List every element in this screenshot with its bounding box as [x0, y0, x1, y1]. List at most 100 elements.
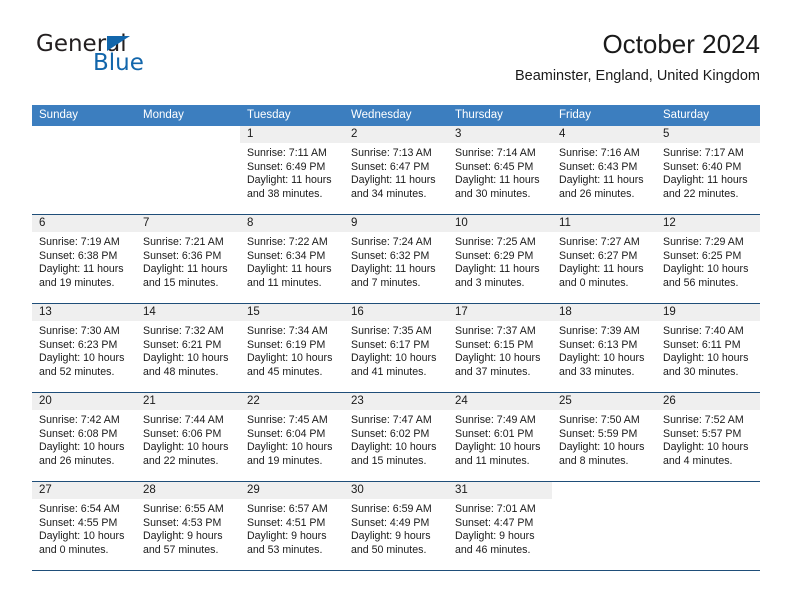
general-blue-logo[interactable]: General Blue	[36, 32, 266, 94]
daylight-text-line2: and 26 minutes.	[39, 454, 115, 467]
calendar-day-cell[interactable]: 16 Sunrise: 7:35 AM Sunset: 6:17 PM Dayligh…	[344, 304, 448, 392]
calendar-grid: Sunday Monday Tuesday Wednesday Thursday…	[32, 105, 760, 571]
sunrise-text: Sunrise: 7:16 AM	[559, 147, 640, 159]
sunset-text: Sunset: 6:34 PM	[247, 249, 326, 262]
calendar-day-cell[interactable]: 18 Sunrise: 7:39 AM Sunset: 6:13 PM Dayligh…	[552, 304, 656, 392]
sunset-text: Sunset: 4:55 PM	[39, 516, 118, 529]
day-sun-info	[552, 499, 656, 503]
calendar-day-cell[interactable]: 22 Sunrise: 7:45 AM Sunset: 6:04 PM Dayligh…	[240, 393, 344, 481]
daylight-text-line1: Daylight: 11 hours	[143, 263, 228, 276]
daylight-text-line1: Daylight: 10 hours	[39, 441, 125, 454]
calendar-day-cell[interactable]: 5 Sunrise: 7:17 AM Sunset: 6:40 PM Daylight…	[656, 126, 760, 214]
sunrise-text: Sunrise: 7:24 AM	[351, 236, 432, 248]
calendar-day-cell[interactable]: 19 Sunrise: 7:40 AM Sunset: 6:11 PM Dayligh…	[656, 304, 760, 392]
calendar-bottom-rule	[32, 570, 760, 571]
calendar-day-cell[interactable]: 28 Sunrise: 6:55 AM Sunset: 4:53 PM Dayligh…	[136, 482, 240, 570]
sunrise-text: Sunrise: 7:37 AM	[455, 325, 536, 337]
calendar-day-cell[interactable]: 21 Sunrise: 7:44 AM Sunset: 6:06 PM Dayligh…	[136, 393, 240, 481]
daylight-text-line1: Daylight: 11 hours	[455, 174, 540, 187]
daylight-text-line2: and 53 minutes.	[247, 543, 323, 556]
sunset-text: Sunset: 6:29 PM	[455, 249, 534, 262]
weekday-monday: Monday	[143, 109, 184, 121]
sunrise-text: Sunrise: 7:30 AM	[39, 325, 120, 337]
calendar-day-cell[interactable]: 23 Sunrise: 7:47 AM Sunset: 6:02 PM Dayligh…	[344, 393, 448, 481]
calendar-day-cell[interactable]: 20 Sunrise: 7:42 AM Sunset: 6:08 PM Dayligh…	[32, 393, 136, 481]
calendar-day-cell[interactable]: 1 Sunrise: 7:11 AM Sunset: 6:49 PM Daylight…	[240, 126, 344, 214]
weekday-saturday: Saturday	[663, 109, 710, 121]
day-sun-info: Sunrise: 7:29 AM Sunset: 6:25 PM Daylight:…	[656, 232, 760, 290]
daylight-text-line2: and 15 minutes.	[143, 276, 219, 289]
calendar-day-cell[interactable]: 27 Sunrise: 6:54 AM Sunset: 4:55 PM Dayligh…	[32, 482, 136, 570]
daylight-text-line2: and 11 minutes.	[455, 454, 530, 467]
sunrise-text: Sunrise: 7:44 AM	[143, 414, 224, 426]
calendar-day-cell[interactable]: 7 Sunrise: 7:21 AM Sunset: 6:36 PM Daylight…	[136, 215, 240, 303]
day-sun-info: Sunrise: 7:50 AM Sunset: 5:59 PM Daylight:…	[552, 410, 656, 468]
daylight-text-line1: Daylight: 9 hours	[351, 530, 431, 543]
weekday-sunday: Sunday	[39, 109, 79, 121]
daylight-text-line1: Daylight: 10 hours	[351, 352, 437, 365]
calendar-day-cell[interactable]: 24 Sunrise: 7:49 AM Sunset: 6:01 PM Dayligh…	[448, 393, 552, 481]
calendar-day-cell[interactable]: 2 Sunrise: 7:13 AM Sunset: 6:47 PM Daylight…	[344, 126, 448, 214]
calendar-day-cell[interactable]: 29 Sunrise: 6:57 AM Sunset: 4:51 PM Dayligh…	[240, 482, 344, 570]
day-number	[552, 482, 656, 499]
calendar-day-cell[interactable]: 6 Sunrise: 7:19 AM Sunset: 6:38 PM Daylight…	[32, 215, 136, 303]
calendar-day-cell[interactable]: 25 Sunrise: 7:50 AM Sunset: 5:59 PM Dayligh…	[552, 393, 656, 481]
daylight-text-line2: and 34 minutes.	[351, 187, 427, 200]
sunrise-text: Sunrise: 7:13 AM	[351, 147, 432, 159]
calendar-day-cell[interactable]: 26 Sunrise: 7:52 AM Sunset: 5:57 PM Dayligh…	[656, 393, 760, 481]
sunset-text: Sunset: 6:27 PM	[559, 249, 638, 262]
daylight-text-line1: Daylight: 10 hours	[663, 263, 749, 276]
daylight-text-line2: and 8 minutes.	[559, 454, 629, 467]
daylight-text-line1: Daylight: 10 hours	[663, 441, 749, 454]
daylight-text-line2: and 0 minutes.	[39, 543, 109, 556]
calendar-day-cell[interactable]: 31 Sunrise: 7:01 AM Sunset: 4:47 PM Dayligh…	[448, 482, 552, 570]
daylight-text-line2: and 57 minutes.	[143, 543, 219, 556]
daylight-text-line2: and 52 minutes.	[39, 365, 115, 378]
calendar-day-cell[interactable]: 8 Sunrise: 7:22 AM Sunset: 6:34 PM Daylight…	[240, 215, 344, 303]
daylight-text-line1: Daylight: 10 hours	[455, 352, 541, 365]
sunset-text: Sunset: 6:38 PM	[39, 249, 118, 262]
day-number: 21	[136, 393, 240, 410]
sunset-text: Sunset: 5:57 PM	[663, 427, 742, 440]
daylight-text-line1: Daylight: 10 hours	[143, 441, 229, 454]
daylight-text-line2: and 38 minutes.	[247, 187, 323, 200]
daylight-text-line2: and 4 minutes.	[663, 454, 733, 467]
day-sun-info: Sunrise: 7:16 AM Sunset: 6:43 PM Daylight:…	[552, 143, 656, 201]
calendar-day-cell[interactable]: 12 Sunrise: 7:29 AM Sunset: 6:25 PM Dayligh…	[656, 215, 760, 303]
daylight-text-line1: Daylight: 10 hours	[247, 352, 333, 365]
calendar-day-cell[interactable]: 13 Sunrise: 7:30 AM Sunset: 6:23 PM Dayligh…	[32, 304, 136, 392]
sunrise-text: Sunrise: 7:21 AM	[143, 236, 224, 248]
day-sun-info: Sunrise: 7:37 AM Sunset: 6:15 PM Daylight:…	[448, 321, 552, 379]
day-number: 26	[656, 393, 760, 410]
sunrise-text: Sunrise: 7:39 AM	[559, 325, 640, 337]
calendar-day-cell[interactable]: 3 Sunrise: 7:14 AM Sunset: 6:45 PM Daylight…	[448, 126, 552, 214]
calendar-day-cell[interactable]: 14 Sunrise: 7:32 AM Sunset: 6:21 PM Dayligh…	[136, 304, 240, 392]
daylight-text-line1: Daylight: 11 hours	[39, 263, 124, 276]
sunset-text: Sunset: 6:17 PM	[351, 338, 430, 351]
day-sun-info: Sunrise: 7:32 AM Sunset: 6:21 PM Daylight:…	[136, 321, 240, 379]
daylight-text-line1: Daylight: 10 hours	[559, 352, 645, 365]
calendar-day-cell[interactable]: 4 Sunrise: 7:16 AM Sunset: 6:43 PM Daylight…	[552, 126, 656, 214]
day-sun-info	[656, 499, 760, 503]
day-number: 3	[448, 126, 552, 143]
sunset-text: Sunset: 6:04 PM	[247, 427, 326, 440]
sunset-text: Sunset: 6:06 PM	[143, 427, 222, 440]
calendar-day-cell[interactable]: 9 Sunrise: 7:24 AM Sunset: 6:32 PM Daylight…	[344, 215, 448, 303]
daylight-text-line2: and 22 minutes.	[143, 454, 219, 467]
day-sun-info: Sunrise: 7:44 AM Sunset: 6:06 PM Daylight:…	[136, 410, 240, 468]
sunset-text: Sunset: 6:19 PM	[247, 338, 326, 351]
day-number: 5	[656, 126, 760, 143]
day-number	[136, 126, 240, 143]
calendar-day-cell[interactable]: 30 Sunrise: 6:59 AM Sunset: 4:49 PM Dayligh…	[344, 482, 448, 570]
sunrise-text: Sunrise: 7:47 AM	[351, 414, 432, 426]
calendar-day-cell[interactable]: 10 Sunrise: 7:25 AM Sunset: 6:29 PM Dayligh…	[448, 215, 552, 303]
day-number: 4	[552, 126, 656, 143]
calendar-day-cell[interactable]: 17 Sunrise: 7:37 AM Sunset: 6:15 PM Dayligh…	[448, 304, 552, 392]
sunset-text: Sunset: 6:49 PM	[247, 160, 326, 173]
daylight-text-line2: and 0 minutes.	[559, 276, 629, 289]
sunset-text: Sunset: 6:32 PM	[351, 249, 430, 262]
calendar-day-cell[interactable]: 15 Sunrise: 7:34 AM Sunset: 6:19 PM Dayligh…	[240, 304, 344, 392]
weekday-friday: Friday	[559, 109, 591, 121]
calendar-day-cell[interactable]: 11 Sunrise: 7:27 AM Sunset: 6:27 PM Dayligh…	[552, 215, 656, 303]
daylight-text-line1: Daylight: 9 hours	[143, 530, 223, 543]
